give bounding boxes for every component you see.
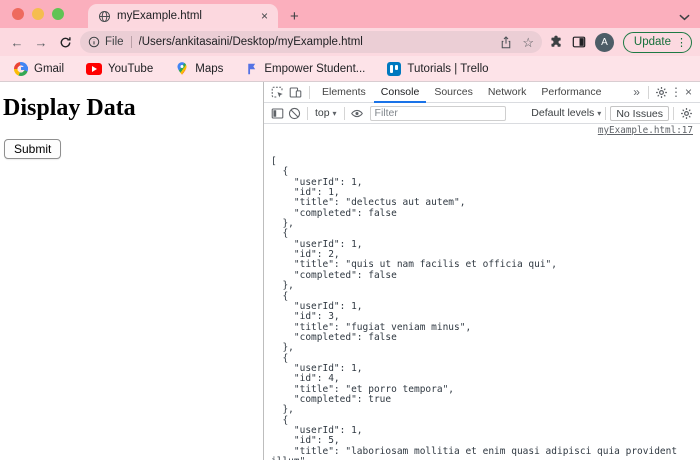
traffic-lights [0, 0, 74, 28]
scheme-chip: File [105, 36, 124, 48]
bookmark-gmail[interactable]: Gmail [14, 62, 64, 76]
no-issues-button[interactable]: No Issues [610, 106, 669, 121]
divider [673, 107, 674, 120]
reload-button[interactable] [56, 33, 74, 51]
update-label: Update [634, 36, 671, 48]
youtube-icon [86, 63, 102, 75]
bookmarks-bar: Gmail YouTube Maps [0, 56, 700, 82]
browser-menu-kebab-icon[interactable]: ⋮ [676, 36, 687, 49]
tab-title: myExample.html [117, 10, 253, 22]
page-title: Display Data [3, 95, 263, 122]
devtools-menu-kebab-icon[interactable]: ⋮ [670, 85, 682, 99]
forward-button[interactable]: → [32, 33, 50, 51]
bookmark-trello[interactable]: Tutorials | Trello [387, 62, 488, 76]
tab-network[interactable]: Network [481, 82, 534, 103]
console-source-link[interactable]: myExample.html:17 [598, 126, 693, 136]
clear-console-icon[interactable] [286, 105, 303, 122]
divider [309, 86, 310, 99]
live-expression-eye-icon[interactable] [349, 105, 366, 122]
tab-close-icon[interactable]: × [259, 9, 270, 23]
bookmark-empower[interactable]: Empower Student... [245, 62, 365, 76]
devtools-tab-bar: Elements Console Sources Network Perform… [264, 82, 700, 103]
share-icon[interactable] [500, 36, 512, 49]
log-levels-selector[interactable]: Default levels ▾ [531, 107, 601, 119]
minimize-window-button[interactable] [32, 8, 44, 20]
devtools-panel: Elements Console Sources Network Perform… [263, 82, 700, 460]
maximize-window-button[interactable] [52, 8, 64, 20]
bookmark-star-icon[interactable]: ☆ [522, 36, 534, 49]
tab-sources[interactable]: Sources [427, 82, 480, 103]
tab-console[interactable]: Console [374, 82, 427, 103]
bookmark-youtube[interactable]: YouTube [86, 63, 153, 75]
tab-strip: myExample.html × + [0, 0, 700, 28]
new-tab-button[interactable]: + [290, 8, 299, 25]
page-favicon-globe-icon [98, 10, 111, 23]
tab-elements[interactable]: Elements [315, 82, 373, 103]
submit-button[interactable]: Submit [4, 139, 61, 159]
dock-side-icon[interactable] [269, 105, 286, 122]
trello-icon [387, 62, 401, 76]
url-text[interactable]: /Users/ankitasaini/Desktop/myExample.htm… [139, 36, 496, 48]
tab-performance[interactable]: Performance [534, 82, 608, 103]
update-button[interactable]: Update ⋮ [623, 32, 692, 53]
divider [344, 107, 345, 120]
web-page: Display Data Submit [0, 82, 263, 460]
more-tabs-icon[interactable]: » [629, 85, 644, 99]
chevron-down-icon[interactable] [679, 14, 690, 21]
divider [307, 107, 308, 120]
filter-input[interactable] [370, 106, 506, 121]
device-toolbar-icon[interactable] [287, 84, 304, 101]
back-button[interactable]: ← [8, 33, 26, 51]
chevron-down-icon: ▾ [597, 109, 601, 118]
settings-gear-icon[interactable] [653, 84, 670, 101]
info-icon[interactable] [88, 36, 100, 48]
divider [605, 107, 606, 120]
divider [648, 86, 649, 99]
close-window-button[interactable] [12, 8, 24, 20]
console-output-area[interactable]: myExample.html:17 [ { "userId": 1, "id":… [264, 124, 700, 460]
chevron-down-icon: ▾ [333, 109, 337, 118]
empower-flag-icon [245, 62, 258, 76]
browser-tab[interactable]: myExample.html × [88, 4, 278, 28]
maps-pin-icon [175, 61, 189, 76]
extensions-puzzle-icon[interactable] [549, 35, 563, 49]
console-toolbar: top ▾ Default levels ▾ No Issues [264, 103, 700, 124]
devtools-close-icon[interactable]: × [682, 85, 695, 99]
inspect-element-icon[interactable] [269, 84, 286, 101]
console-settings-gear-icon[interactable] [678, 105, 695, 122]
side-panel-icon[interactable] [572, 35, 586, 49]
address-bar[interactable]: File /Users/ankitasaini/Desktop/myExampl… [80, 31, 542, 53]
address-toolbar: ← → File /Users/ankitasaini/Desktop/myEx… [0, 28, 700, 56]
browser-window: myExample.html × + ← → File /Users/ankit… [0, 0, 700, 460]
profile-avatar[interactable]: A [595, 33, 614, 52]
context-selector[interactable]: top ▾ [312, 107, 340, 119]
omnibox-divider [131, 36, 132, 48]
console-log-message: [ { "userId": 1, "id": 1, "title": "dele… [271, 157, 694, 460]
bookmark-maps[interactable]: Maps [175, 61, 223, 76]
gmail-google-icon [14, 62, 28, 76]
